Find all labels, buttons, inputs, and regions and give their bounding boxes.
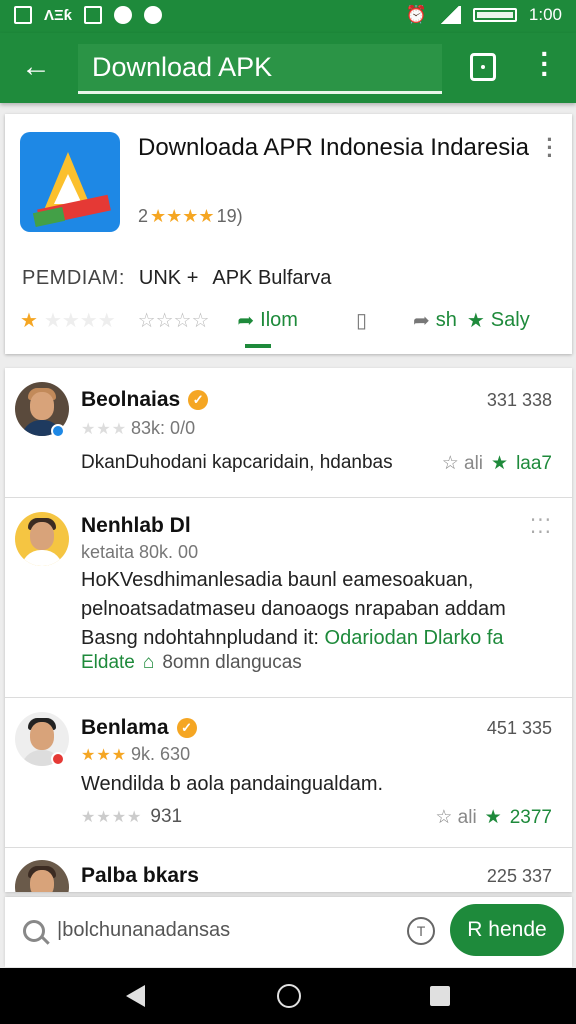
online-badge (51, 424, 65, 438)
star-outline-icon[interactable]: ☆ ali (442, 452, 483, 475)
review-meta: ★★★ 83k: 0/0 (81, 418, 196, 438)
review-text: Wendilda b aola pandaingualdam. (81, 773, 384, 795)
badge-icon (51, 752, 65, 766)
review-actions: ☆ ali ★ laa7 (442, 452, 552, 475)
review-foot-stars: ★★★★ (81, 809, 143, 826)
review-meta: ★★★ 9k. 630 (81, 744, 191, 764)
review-item[interactable]: Beolnaias ✓ 331 338 ★★★ 83k: 0/0 DkanDuh… (5, 368, 572, 498)
review-count: 331 338 (486, 390, 552, 410)
mail-icon (84, 6, 103, 24)
review-footer: DkanDuhodani kapcaridain, hdanbas (81, 452, 393, 474)
share-2-button[interactable]: ➦ sh (413, 308, 457, 333)
back-arrow-icon[interactable]: ← (18, 51, 54, 87)
send-button[interactable]: R hende (450, 904, 564, 956)
star-icon: ★ (466, 309, 485, 332)
search-input[interactable]: Download APK (78, 44, 442, 94)
review-footer: Eldate ⌂ 8omn dlangucas (81, 652, 302, 674)
info-label: PEMDIAM: (22, 267, 125, 289)
bottom-search-bar: |bolchunanadansas T R hende (5, 897, 572, 967)
star-icon[interactable]: ★ (491, 452, 508, 475)
rate-stars-right[interactable]: ☆☆☆☆ (138, 308, 210, 333)
clock-time: 1:00 (528, 5, 562, 24)
app-info-line: PEMDIAM: UNK + APK Bulfarva (22, 267, 562, 290)
share-icon: ➦ (237, 309, 255, 332)
app-title: Downloada APR Indonesia Indaresia (138, 134, 529, 161)
review-item[interactable]: Nenhlab Dl ⁚⁚⁚ ketaita 80k. 00 HoKVesdhi… (5, 498, 572, 698)
review-item[interactable]: Palba bkars 225 337 (5, 848, 572, 892)
update-label: Eldate (81, 652, 135, 673)
timer-icon[interactable]: T (407, 917, 435, 945)
rate-stars-left[interactable]: ★ ★★★★ (20, 308, 116, 333)
reviewer-name: Nenhlab Dl (81, 514, 191, 537)
review-overflow-icon[interactable]: ⁚⁚⁚ (530, 514, 552, 539)
gallery-icon (14, 6, 32, 24)
share-button[interactable]: ➦ Ilom (237, 308, 298, 333)
leaf-icon (144, 6, 163, 24)
nav-home-icon[interactable] (277, 984, 301, 1008)
verified-icon: ✓ (176, 718, 197, 738)
review-meta: ketaita 80k. 00 (81, 542, 199, 562)
review-actions: ☆ ali ★ 2377 (435, 806, 552, 829)
nav-recents-icon[interactable] (430, 986, 450, 1006)
app-rating: 2 ★★★★ 19) (138, 206, 243, 227)
reviewer-name: Beolnaias ✓ (81, 388, 209, 412)
like-count: laa7 (516, 452, 552, 474)
reviewer-name: Palba bkars (81, 864, 199, 887)
info-value-2: APK Bulfarva (212, 267, 332, 289)
app-bar: ← Download APK · · · (0, 33, 576, 103)
reviewer-name: Benlama ✓ (81, 716, 197, 740)
star-outline-icon[interactable]: ☆ ali (435, 806, 476, 829)
signal-icon (438, 6, 461, 24)
review-count: 451 335 (486, 718, 552, 738)
rating-stars: ★★★★ (150, 206, 215, 226)
alarm-icon: ⏰ (405, 5, 427, 24)
reviews-list: Beolnaias ✓ 331 338 ★★★ 83k: 0/0 DkanDuh… (5, 368, 572, 892)
review-text: HoKVesdhimanlesadia baunl eamesoakuan, p… (81, 569, 506, 649)
verified-icon: ✓ (188, 390, 209, 410)
update-extra: 8omn dlangucas (162, 652, 302, 673)
app-logo[interactable] (20, 132, 120, 232)
update-icon: ⌂ (142, 652, 155, 673)
battery-icon (472, 8, 517, 22)
like-count: 2377 (509, 806, 552, 828)
share-label: Ilom (260, 308, 298, 331)
info-value-1: UNK + (138, 267, 199, 289)
nav-back-icon[interactable] (126, 985, 145, 1007)
app-action-row: ★ ★★★★ ☆☆☆☆ ➦ Ilom ▯ ➦ sh ★ Saly (20, 300, 560, 340)
status-bar: ΛΞƙ ⏰ 1:00 (0, 0, 576, 33)
bookmark-icon[interactable]: ▯ (356, 308, 367, 333)
save-label: Saly (490, 308, 530, 331)
rating-count: 19) (216, 206, 243, 226)
status-carrier-text: ΛΞƙ (44, 6, 73, 24)
share-2-label: sh (435, 308, 457, 331)
review-link[interactable]: Odariodan Dlarko fa (325, 627, 504, 649)
more-vert-icon[interactable]: · · · (534, 40, 556, 88)
forward-icon: ➦ (412, 309, 430, 332)
review-count: 225 337 (486, 866, 552, 886)
review-foot-count: 931 (150, 806, 183, 827)
app-overflow-icon[interactable]: · · · (542, 129, 558, 167)
app-header-card: Downloada APR Indonesia Indaresia · · · 2 … (5, 114, 572, 354)
messenger-icon (114, 6, 133, 24)
review-snippet: DkanDuhodani kapcaridain, hdanbas (81, 452, 393, 473)
rating-prefix: 2 (138, 206, 149, 226)
save-button[interactable]: ★ Saly (467, 308, 530, 333)
avatar[interactable] (15, 860, 69, 892)
avatar[interactable] (15, 512, 69, 566)
review-item[interactable]: Benlama ✓ 451 335 ★★★ 9k. 630 Wendilda b… (5, 698, 572, 848)
tab-indicator (245, 344, 271, 348)
star-icon[interactable]: ★ (485, 806, 502, 829)
navigation-bar (0, 968, 576, 1024)
search-icon (23, 920, 45, 942)
review-footer: ★★★★ 931 (81, 806, 182, 828)
document-icon[interactable] (470, 53, 496, 81)
bottom-search-input[interactable]: |bolchunanadansas (57, 919, 230, 942)
